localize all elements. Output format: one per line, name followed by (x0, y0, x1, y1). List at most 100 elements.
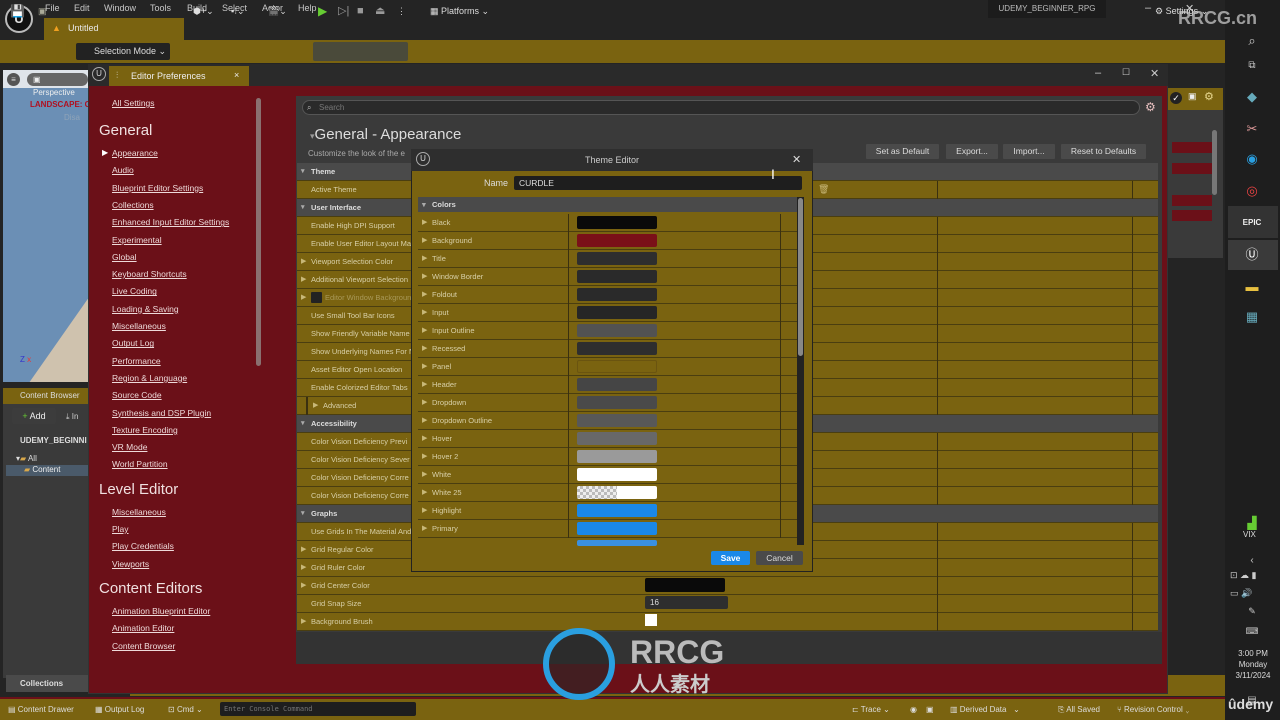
console-command-input[interactable] (220, 702, 416, 716)
menu-item-tools[interactable]: Tools (150, 3, 171, 13)
color-swatch[interactable] (577, 270, 657, 283)
color-row-white-25[interactable]: ▶ White 25 (418, 484, 798, 502)
color-swatch[interactable] (577, 360, 657, 373)
selection-mode-dropdown[interactable]: Selection Mode ⌄ (76, 43, 170, 60)
sidebar-item-viewports[interactable]: Viewports (112, 559, 149, 569)
play-icon[interactable]: ▶ (318, 3, 327, 20)
sidebar-item-source-code[interactable]: Source Code (112, 390, 162, 400)
snipping-app-icon[interactable]: ✂ (1240, 118, 1264, 140)
sidebar-item-miscellaneous[interactable]: Miscellaneous (112, 507, 166, 517)
tray-icons[interactable]: ⊡ ☁ ▮ (1230, 570, 1257, 581)
color-swatch[interactable] (577, 234, 657, 247)
epic-games-icon[interactable]: EPIC (1240, 212, 1264, 234)
settings-gear-icon[interactable]: ⚙ (1145, 100, 1156, 114)
record-icon[interactable]: ◉ (910, 702, 917, 717)
color-swatch[interactable] (577, 396, 657, 409)
sidebar-item-output-log[interactable]: Output Log (112, 338, 154, 348)
sidebar-item-play-credentials[interactable]: Play Credentials (112, 541, 174, 551)
sidebar-item-performance[interactable]: Performance (112, 356, 161, 366)
sidebar-item-global[interactable]: Global (112, 252, 137, 262)
search-icon[interactable]: ⌕ (1240, 30, 1264, 52)
color-row-primary[interactable]: ▶ Primary (418, 520, 798, 538)
sidebar-item-animation-blueprint-editor[interactable]: Animation Blueprint Editor (112, 606, 210, 616)
add-folder-icon[interactable]: ▣ (1188, 91, 1197, 102)
settings-search-input[interactable]: ⌕ Search (302, 100, 1140, 115)
chevron-left-icon[interactable]: ‹ (1240, 550, 1264, 572)
settings-row[interactable]: ▶ Background Brush (297, 613, 1158, 631)
trace-dropdown[interactable]: ⊏ Trace ⌄ (852, 702, 890, 717)
save-icon[interactable]: 💾 (10, 3, 25, 20)
hamburger-menu-icon[interactable]: ≡ (7, 73, 20, 86)
color-row-black[interactable]: ▶ Black (418, 214, 798, 232)
keyboard-icon[interactable]: ⌨ (1240, 620, 1264, 642)
sidebar-item-animation-editor[interactable]: Animation Editor (112, 623, 174, 633)
color-row-input-outline[interactable]: ▶ Input Outline (418, 322, 798, 340)
color-row-background[interactable]: ▶ Background (418, 232, 798, 250)
outliner-row[interactable] (1172, 142, 1212, 153)
tab-close-icon[interactable]: × (234, 70, 239, 80)
color-swatch[interactable] (577, 216, 657, 229)
step-icon[interactable]: ▷| (338, 3, 349, 20)
sidebar-item-content-browser[interactable]: Content Browser (112, 641, 175, 651)
settings-row[interactable]: ▶ Grid Center Color (297, 577, 1158, 595)
sidebar-item-appearance[interactable]: Appearance (112, 148, 158, 158)
check-icon[interactable]: ✓ (1170, 92, 1182, 104)
theme-name-input[interactable] (514, 176, 802, 190)
notepad-app-icon[interactable]: ◆ (1240, 86, 1264, 108)
task-view-icon[interactable]: ⧉ (1240, 55, 1264, 77)
import-button[interactable]: ⤓ In (66, 412, 78, 422)
editor-preferences-tab[interactable]: ⫶ Editor Preferences × (109, 66, 249, 86)
revision-control-button[interactable]: ⑂ Revision Control ⌄ (1117, 702, 1190, 717)
project-root[interactable]: UDEMY_BEGINNI (6, 436, 88, 450)
document-tab[interactable]: ▲ Untitled (44, 18, 184, 40)
outliner-row[interactable] (1172, 210, 1212, 221)
output-log-button[interactable]: ▦ Output Log (95, 702, 144, 717)
sidebar-item-live-coding[interactable]: Live Coding (112, 286, 157, 296)
background-brush-swatch[interactable] (645, 614, 657, 626)
menu-item-help[interactable]: Help (298, 3, 317, 13)
sidebar-item-enhanced-input-editor-settings[interactable]: Enhanced Input Editor Settings (112, 217, 229, 227)
browse-icon[interactable]: ▣ (38, 3, 47, 20)
calculator-icon[interactable]: ▦ (1240, 306, 1264, 328)
color-row-window-border[interactable]: ▶ Window Border (418, 268, 798, 286)
system-clock[interactable]: 3:00 PM Monday 3/11/2024 (1228, 648, 1278, 681)
dialog-close-icon[interactable]: ✕ (792, 153, 801, 166)
tree-item-content[interactable]: ▰ Content (6, 465, 88, 476)
sidebar-item-keyboard-shortcuts[interactable]: Keyboard Shortcuts (112, 269, 187, 279)
color-swatch[interactable] (577, 432, 657, 445)
delete-icon[interactable]: 🗑 (818, 184, 829, 195)
action-button-export[interactable]: Export... (946, 144, 998, 159)
cancel-button[interactable]: Cancel (756, 551, 803, 565)
window-close-icon[interactable]: ✕ (1150, 67, 1159, 80)
menu-item-window[interactable]: Window (104, 3, 136, 13)
sidebar-item-synthesis-and-dsp-plugin[interactable]: Synthesis and DSP Plugin (112, 408, 211, 418)
color-swatch[interactable] (577, 252, 657, 265)
edge-browser-icon[interactable]: ◉ (1240, 148, 1264, 170)
color-swatch[interactable] (577, 306, 657, 319)
file-explorer-icon[interactable]: ▬ (1240, 276, 1264, 298)
outliner-settings-icon[interactable]: ⚙ (1204, 90, 1214, 103)
color-row-panel[interactable]: ▶ Panel (418, 358, 798, 376)
cmd-dropdown[interactable]: ⊡ Cmd ⌄ (168, 702, 203, 717)
outliner-row[interactable] (1172, 195, 1212, 206)
sidebar-scrollbar[interactable] (256, 98, 261, 366)
snapshot-icon[interactable]: ▣ (926, 702, 934, 717)
grid-center-color-swatch[interactable] (645, 578, 725, 592)
sidebar-item-loading-saving[interactable]: Loading & Saving (112, 304, 179, 314)
derived-data-button[interactable]: ▥ Derived Data ⌄ (950, 702, 1020, 717)
theme-editor-scrollbar[interactable] (798, 198, 803, 356)
stop-icon[interactable]: ■ (357, 3, 364, 20)
sidebar-item-blueprint-editor-settings[interactable]: Blueprint Editor Settings (112, 183, 203, 193)
color-swatch[interactable] (577, 378, 657, 391)
blueprint-icon[interactable]: ▪⁝⌄ (231, 3, 245, 20)
outliner-scrollbar[interactable] (1212, 130, 1217, 195)
color-swatch[interactable] (311, 292, 322, 303)
sidebar-item-miscellaneous[interactable]: Miscellaneous (112, 321, 166, 331)
grid-snap-size-input[interactable]: 16 (645, 596, 728, 609)
color-row-foldout[interactable]: ▶ Foldout (418, 286, 798, 304)
add-button[interactable]: + Add (12, 408, 56, 424)
sidebar-item-play[interactable]: Play (112, 524, 129, 534)
unreal-engine-icon[interactable]: Ⓤ (1240, 244, 1264, 266)
sidebar-item-audio[interactable]: Audio (112, 165, 134, 175)
sidebar-item-texture-encoding[interactable]: Texture Encoding (112, 425, 178, 435)
